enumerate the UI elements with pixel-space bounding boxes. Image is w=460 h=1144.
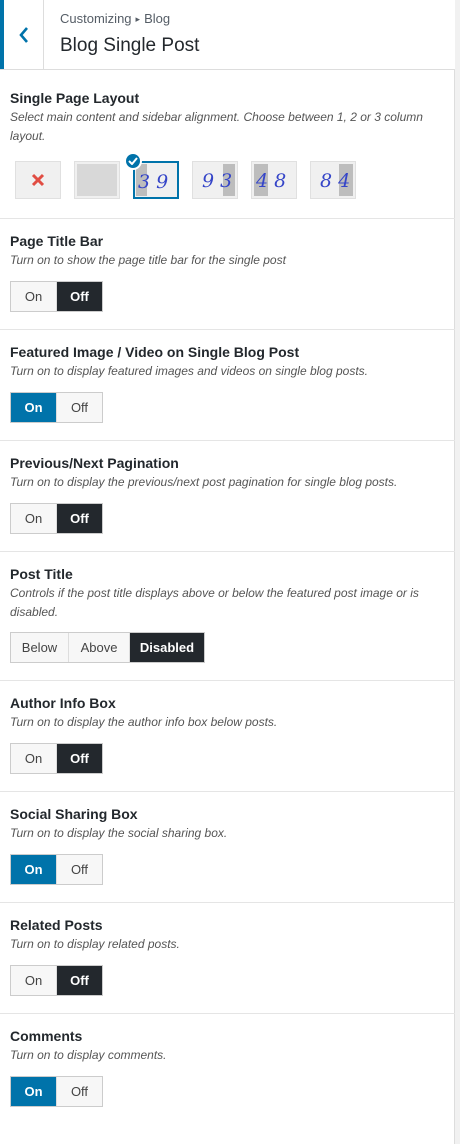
section-comments: Comments Turn on to display comments. On… [0,1014,455,1144]
chevron-left-icon [18,26,28,43]
section-title: Social Sharing Box [10,806,138,822]
remove-icon [31,173,45,187]
breadcrumb: Customizing ▸ Blog [60,11,170,26]
layout-option-full-width[interactable] [74,161,120,199]
featured-image-toggle: On Off [10,392,103,423]
selected-check-icon [124,152,142,170]
layout-digit: 8 4 [320,170,351,192]
section-title: Comments [10,1028,83,1044]
toggle-below[interactable]: Below [11,633,69,662]
section-featured-image: Featured Image / Video on Single Blog Po… [0,330,455,441]
layout-option-right-sidebar[interactable]: 9 3 [192,161,238,199]
section-description: Controls if the post title displays abov… [10,586,419,619]
page-title-bar-toggle: On Off [10,281,103,312]
toggle-off[interactable]: Off [57,744,102,773]
section-post-title: Post Title Controls if the post title di… [0,552,455,681]
section-pagination: Previous/Next Pagination Turn on to disp… [0,441,455,552]
related-posts-toggle: On Off [10,965,103,996]
toggle-off[interactable]: Off [57,855,102,884]
post-title-toggle: Below Above Disabled [10,632,205,663]
section-description: Turn on to display the previous/next pos… [10,475,398,489]
toggle-off[interactable]: Off [57,504,102,533]
section-description: Select main content and sidebar alignmen… [10,110,423,143]
section-title: Previous/Next Pagination [10,455,179,471]
panel-header: Customizing ▸ Blog Blog Single Post [0,0,455,70]
layout-options: 3 9 9 3 4 8 8 4 [15,161,415,201]
toggle-off[interactable]: Off [57,393,102,422]
section-title: Featured Image / Video on Single Blog Po… [10,344,300,360]
section-description: Turn on to display comments. [10,1048,167,1062]
section-description: Turn on to display featured images and v… [10,364,368,378]
comments-toggle: On Off [10,1076,103,1107]
layout-option-right-sidebar-wide[interactable]: 8 4 [310,161,356,199]
social-sharing-toggle: On Off [10,854,103,885]
section-title: Post Title [10,566,73,582]
customizer-panel: Customizing ▸ Blog Blog Single Post Single… [0,0,455,1144]
pagination-toggle: On Off [10,503,103,534]
author-info-toggle: On Off [10,743,103,774]
section-title: Related Posts [10,917,103,933]
section-description: Turn on to show the page title bar for t… [10,253,286,267]
scrollbar[interactable] [455,0,460,1144]
breadcrumb-current: Blog [144,11,171,26]
section-page-title-bar: Page Title Bar Turn on to show the page … [0,219,455,330]
toggle-on[interactable]: On [11,393,57,422]
layout-digit: 4 8 [256,170,287,192]
toggle-on[interactable]: On [11,966,57,995]
toggle-on[interactable]: On [11,744,57,773]
layout-digit: 3 9 [138,171,169,193]
layout-option-left-sidebar-wide[interactable]: 4 8 [251,161,297,199]
section-related-posts: Related Posts Turn on to display related… [0,903,455,1014]
section-description: Turn on to display related posts. [10,937,180,951]
toggle-on[interactable]: On [11,855,57,884]
section-social-sharing: Social Sharing Box Turn on to display th… [0,792,455,903]
breadcrumb-separator-icon: ▸ [135,14,141,24]
page-title: Blog Single Post [60,35,200,56]
section-author-info: Author Info Box Turn on to display the a… [0,681,455,792]
toggle-disabled[interactable]: Disabled [130,633,204,662]
toggle-on[interactable]: On [11,504,57,533]
toggle-on[interactable]: On [11,1077,57,1106]
toggle-off[interactable]: Off [57,966,102,995]
section-title: Author Info Box [10,695,116,711]
breadcrumb-parent: Customizing [60,11,132,26]
back-button[interactable] [0,0,44,69]
layout-option-no-sidebar[interactable] [15,161,61,199]
section-title: Single Page Layout [10,90,140,106]
section-description: Turn on to display the author info box b… [10,715,278,729]
section-title: Page Title Bar [10,233,104,249]
layout-block-full [77,164,117,196]
toggle-off[interactable]: Off [57,1077,102,1106]
toggle-off[interactable]: Off [57,282,102,311]
layout-digit: 9 3 [202,170,233,192]
toggle-on[interactable]: On [11,282,57,311]
toggle-above[interactable]: Above [69,633,130,662]
section-description: Turn on to display the social sharing bo… [10,826,228,840]
